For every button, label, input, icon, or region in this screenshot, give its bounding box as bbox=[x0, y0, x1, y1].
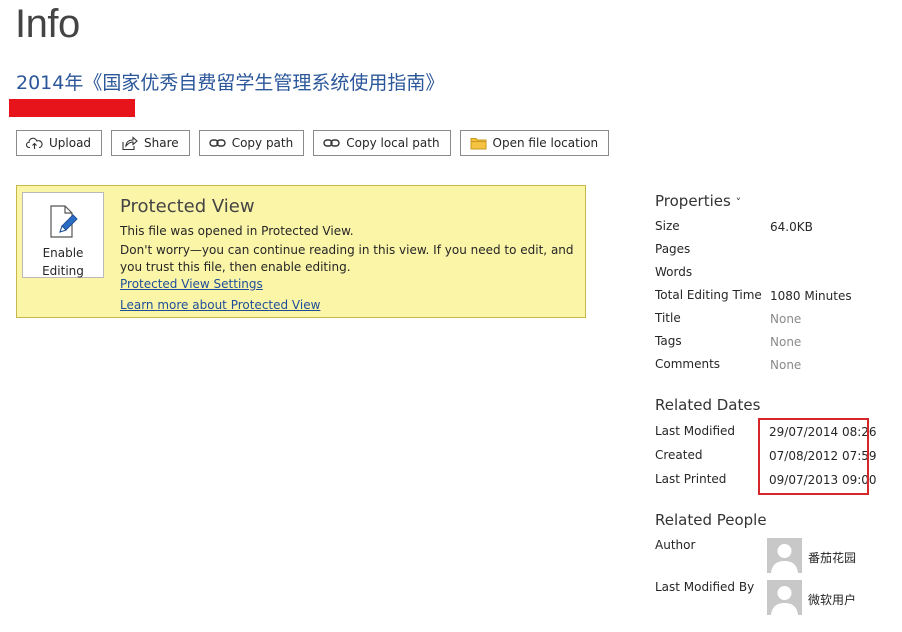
prop-value-editing-time: 1080 Minutes bbox=[770, 289, 852, 303]
date-label-last-modified: Last Modified bbox=[655, 424, 736, 438]
date-label-last-printed: Last Printed bbox=[655, 472, 727, 486]
author-name[interactable]: 番茄花园 bbox=[808, 549, 856, 566]
page-title: Info bbox=[15, 2, 80, 46]
properties-heading-label: Properties bbox=[655, 192, 731, 210]
protected-view-heading: Protected View bbox=[120, 196, 255, 217]
link-icon bbox=[208, 139, 226, 147]
person-icon bbox=[771, 586, 798, 615]
prop-label-size: Size bbox=[655, 219, 680, 233]
person-icon bbox=[771, 544, 798, 573]
last-modified-by-avatar[interactable] bbox=[767, 580, 802, 615]
enable-editing-label-line1: Enable bbox=[42, 246, 84, 260]
prop-label-title: Title bbox=[655, 311, 681, 325]
people-label-author: Author bbox=[655, 538, 696, 552]
upload-label: Upload bbox=[49, 136, 92, 150]
related-dates-heading: Related Dates bbox=[655, 396, 761, 414]
enable-editing-label-line2: Editing bbox=[42, 264, 84, 278]
protected-view-message: This file was opened in Protected View. … bbox=[120, 223, 580, 278]
share-icon bbox=[122, 135, 138, 150]
prop-label-comments: Comments bbox=[655, 357, 721, 371]
prop-value-title[interactable]: None bbox=[770, 312, 801, 326]
protected-view-settings-link[interactable]: Protected View Settings bbox=[120, 277, 263, 291]
share-button[interactable]: Share bbox=[111, 130, 190, 156]
prop-label-editing-time: Total Editing Time bbox=[655, 288, 762, 302]
prop-label-tags: Tags bbox=[655, 334, 682, 348]
cloud-upload-icon bbox=[26, 137, 43, 149]
document-edit-icon bbox=[50, 205, 78, 238]
related-dates-highlight-box bbox=[758, 418, 869, 495]
protected-view-line1: This file was opened in Protected View. bbox=[120, 224, 354, 238]
prop-label-words: Words bbox=[655, 265, 693, 279]
prop-label-pages: Pages bbox=[655, 242, 691, 256]
share-label: Share bbox=[144, 136, 179, 150]
copy-path-button[interactable]: Copy path bbox=[198, 130, 305, 156]
protected-view-banner: Enable Editing Protected View This file … bbox=[16, 185, 586, 318]
prop-value-size: 64.0KB bbox=[770, 220, 813, 234]
enable-editing-button[interactable]: Enable Editing bbox=[22, 192, 104, 278]
learn-more-protected-view-link[interactable]: Learn more about Protected View bbox=[120, 298, 320, 312]
redaction-bar bbox=[9, 99, 135, 117]
document-title: 2014年《国家优秀自费留学生管理系统使用指南》 bbox=[16, 72, 445, 94]
date-label-created: Created bbox=[655, 448, 703, 462]
prop-value-tags[interactable]: None bbox=[770, 335, 801, 349]
copy-path-label: Copy path bbox=[231, 136, 294, 150]
upload-button[interactable]: Upload bbox=[16, 130, 103, 156]
properties-heading[interactable]: Properties ˅ bbox=[655, 192, 741, 210]
last-modified-by-name[interactable]: 微软用户 bbox=[808, 591, 856, 608]
chevron-down-icon: ˅ bbox=[735, 196, 742, 209]
link-icon bbox=[323, 139, 340, 147]
open-file-location-button[interactable]: Open file location bbox=[459, 130, 610, 156]
copy-local-path-button[interactable]: Copy local path bbox=[313, 130, 451, 156]
author-avatar[interactable] bbox=[767, 538, 802, 573]
protected-view-line2: Don't worry—you can continue reading in … bbox=[120, 243, 574, 274]
info-toolbar: Upload Share Copy path Copy local path O… bbox=[16, 130, 610, 156]
open-file-location-label: Open file location bbox=[492, 136, 599, 150]
prop-value-comments[interactable]: None bbox=[770, 358, 801, 372]
related-people-heading: Related People bbox=[655, 511, 767, 529]
folder-icon bbox=[470, 138, 487, 150]
copy-local-path-label: Copy local path bbox=[346, 136, 440, 150]
people-label-last-modified-by: Last Modified By bbox=[655, 580, 755, 594]
